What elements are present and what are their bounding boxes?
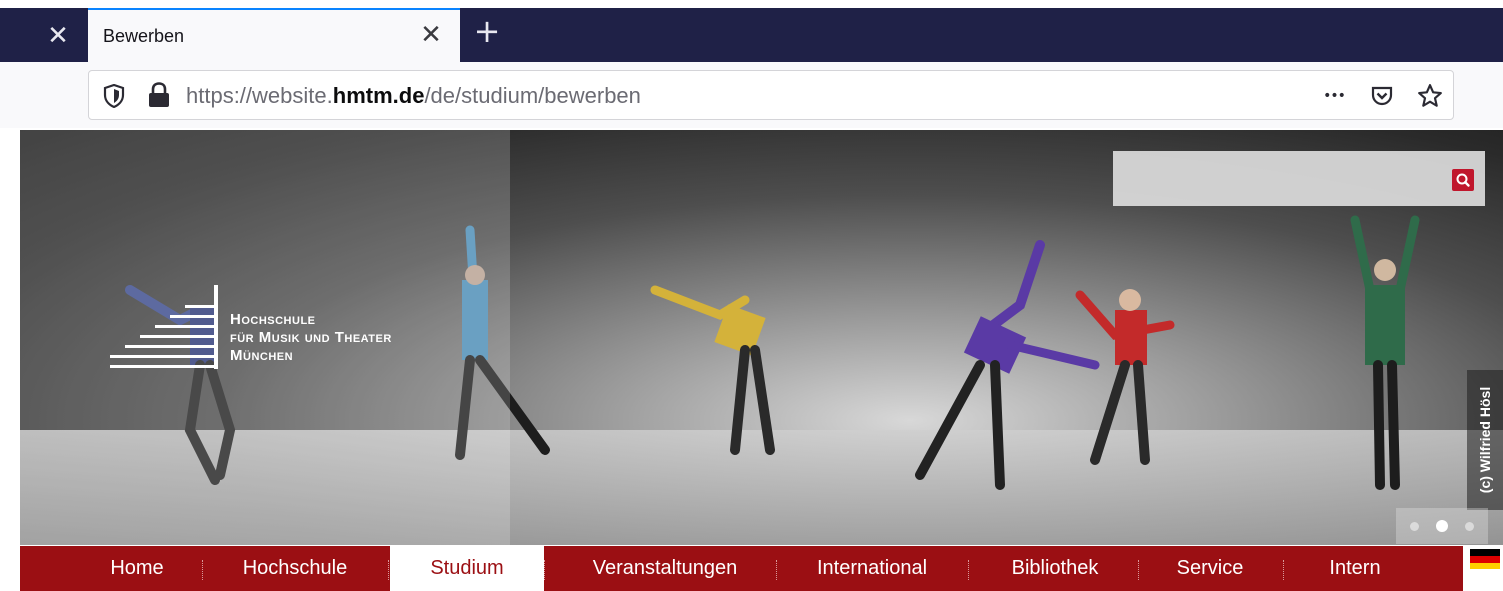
browser-toolbar: https://website.hmtm.de/de/studium/bewer… (0, 62, 1503, 128)
nav-item-studium[interactable]: Studium (390, 546, 544, 591)
url-domain: hmtm.de (332, 83, 425, 108)
lock-icon[interactable] (147, 82, 171, 108)
close-window-icon[interactable]: ✕ (36, 18, 80, 54)
search-button[interactable] (1452, 169, 1474, 191)
page-actions: ••• (1319, 81, 1445, 111)
nav-separator (202, 560, 203, 580)
tracking-protection-shield-icon[interactable] (103, 84, 125, 108)
address-bar[interactable]: https://website.hmtm.de/de/studium/bewer… (88, 70, 1454, 120)
hero-banner: Hochschule für Musik und Theater München… (20, 130, 1503, 545)
url-path: /de/studium/bewerben (424, 83, 641, 108)
photo-credit-text: (c) Wilfried Hösl (1477, 386, 1493, 494)
page-actions-more-icon[interactable]: ••• (1319, 81, 1349, 111)
nav-separator (968, 560, 969, 580)
nav-item-service[interactable]: Service (1155, 546, 1265, 591)
bookmark-star-icon[interactable] (1415, 81, 1445, 111)
logo-line-2: für Musik und Theater (230, 329, 392, 346)
search-input[interactable] (1113, 151, 1485, 206)
photo-credit: (c) Wilfried Hösl (1467, 370, 1503, 510)
logo-line-3: München (230, 347, 294, 364)
nav-separator (388, 560, 389, 580)
slide-dot[interactable] (1464, 521, 1474, 531)
new-tab-button[interactable]: + (470, 14, 504, 48)
tab-strip-top-edge (0, 0, 1503, 8)
pocket-icon[interactable] (1367, 81, 1397, 111)
main-navigation: Home Hochschule Studium Veranstaltungen … (20, 546, 1463, 591)
logo-wordmark: Hochschule für Musik und Theater München (230, 311, 392, 365)
nav-separator (1283, 560, 1284, 580)
nav-item-intern[interactable]: Intern (1305, 546, 1405, 591)
tab-bewerben[interactable]: Bewerben ✕ (88, 8, 460, 62)
slider-pagination (1396, 508, 1488, 544)
slide-dot[interactable] (1410, 521, 1420, 531)
tab-title: Bewerben (103, 26, 185, 46)
german-flag-icon[interactable] (1470, 549, 1500, 569)
nav-item-bibliothek[interactable]: Bibliothek (990, 546, 1120, 591)
tab-close-icon[interactable]: ✕ (416, 20, 446, 50)
hmtm-logo[interactable]: Hochschule für Musik und Theater München (110, 285, 470, 375)
url-text[interactable]: https://website.hmtm.de/de/studium/bewer… (186, 83, 641, 109)
nav-separator (1138, 560, 1139, 580)
nav-separator (544, 560, 545, 580)
dancer-figure (650, 285, 775, 455)
nav-item-veranstaltungen[interactable]: Veranstaltungen (565, 546, 765, 591)
nav-item-hochschule[interactable]: Hochschule (220, 546, 370, 591)
url-prefix: https://website. (186, 83, 333, 108)
dancer-figure (1075, 289, 1175, 465)
dancer-figure (1350, 215, 1420, 490)
search-icon (1456, 173, 1470, 187)
slide-dot-active[interactable] (1435, 520, 1448, 532)
nav-item-international[interactable]: International (797, 546, 947, 591)
browser-tab-strip: ✕ Bewerben ✕ + (0, 0, 1503, 62)
nav-item-home[interactable]: Home (92, 546, 182, 591)
logo-mark-icon (110, 285, 218, 369)
logo-line-1: Hochschule (230, 311, 316, 328)
nav-separator (776, 560, 777, 580)
